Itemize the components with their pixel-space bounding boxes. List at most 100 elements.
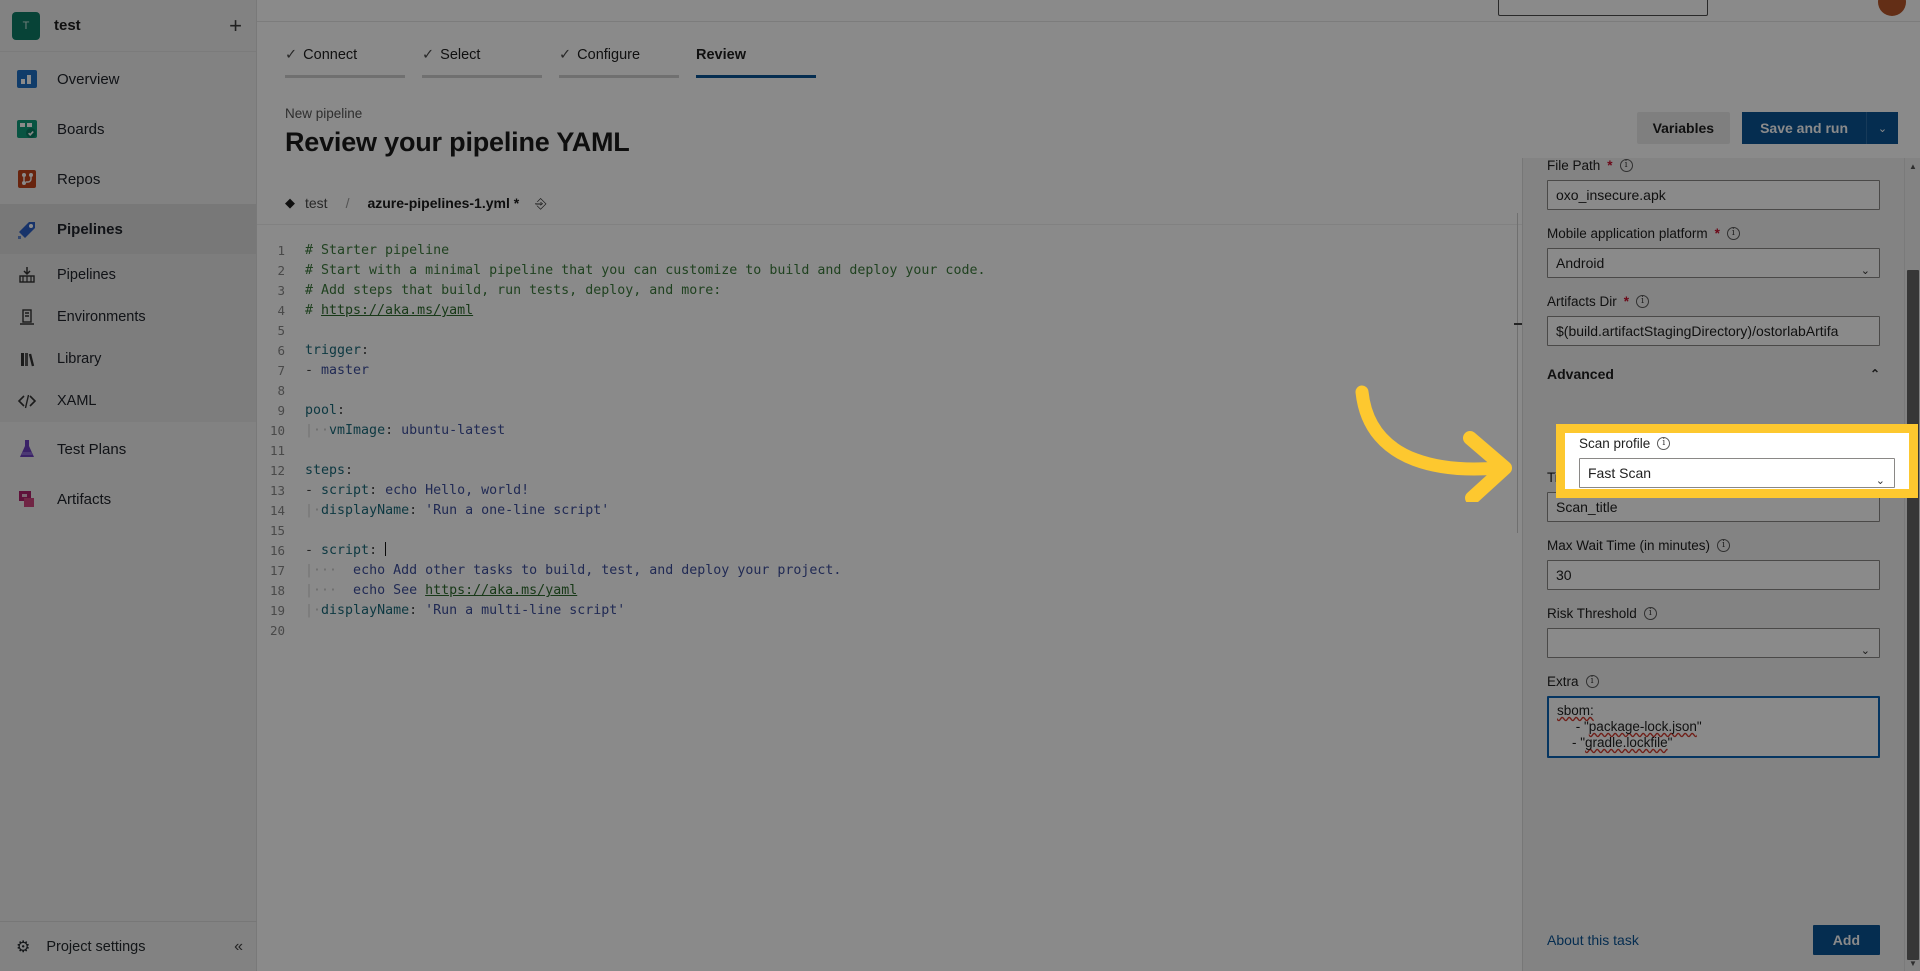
chevron-down-icon[interactable]: ⌄ <box>1866 112 1898 144</box>
add-project-button[interactable]: + <box>229 15 242 37</box>
nav-pipelines-sub: Pipelines Environments Library XAML <box>0 254 256 422</box>
code-line[interactable]: 2# Start with a minimal pipeline that yo… <box>257 261 1522 281</box>
step-bar <box>422 75 542 78</box>
sidebar-item-artifacts[interactable]: Artifacts <box>0 474 256 524</box>
code-line[interactable]: 6trigger: <box>257 341 1522 361</box>
info-icon[interactable]: i <box>1636 295 1649 308</box>
code-line[interactable]: 4# https://aka.ms/yaml <box>257 301 1522 321</box>
info-icon[interactable]: i <box>1620 159 1633 172</box>
panel-scrollbar[interactable]: ▲ ▼ <box>1904 158 1920 971</box>
sidebar-item-repos[interactable]: Repos <box>0 154 256 204</box>
code-line[interactable]: 17|··· echo Add other tasks to build, te… <box>257 561 1522 581</box>
scroll-up-icon[interactable]: ▲ <box>1905 158 1920 174</box>
add-button[interactable]: Add <box>1813 925 1880 955</box>
variables-button[interactable]: Variables <box>1637 112 1731 144</box>
code-line[interactable]: 20 <box>257 621 1522 641</box>
line-text: |··· echo See https://aka.ms/yaml <box>305 581 577 601</box>
code-line[interactable]: 19|·displayName: 'Run a multi-line scrip… <box>257 601 1522 621</box>
sidebar-item-xaml[interactable]: XAML <box>0 380 256 422</box>
panel-footer: About this task Add <box>1523 909 1904 971</box>
extra-textarea[interactable]: sbom: - "package-lock.json" - "gradle.lo… <box>1547 696 1880 758</box>
field-value: oxo_insecure.apk <box>1556 187 1666 203</box>
code-line[interactable]: 1# Starter pipeline <box>257 241 1522 261</box>
line-number: 4 <box>257 301 305 321</box>
sidebar-item-pipelines[interactable]: Pipelines <box>0 204 256 254</box>
sidebar-item-environments[interactable]: Environments <box>0 296 256 338</box>
nav-secondary: Test Plans Artifacts <box>0 422 256 524</box>
scan-profile-select[interactable]: Fast Scan ⌄ <box>1579 458 1895 488</box>
info-icon[interactable]: i <box>1644 607 1657 620</box>
line-text: trigger: <box>305 341 369 361</box>
field-artifacts-dir: Artifacts Dir * i $(build.artifactStagingDi… <box>1547 294 1880 346</box>
field-label: Artifacts Dir <box>1547 294 1617 309</box>
line-text: |·displayName: 'Run a one-line script' <box>305 501 609 521</box>
repo-name[interactable]: test <box>305 195 328 211</box>
about-this-task-link[interactable]: About this task <box>1547 932 1639 948</box>
project-settings-button[interactable]: ⚙ Project settings « <box>0 921 257 971</box>
code-line[interactable]: 5 <box>257 321 1522 341</box>
page-header: New pipeline Review your pipeline YAML V… <box>257 84 1920 158</box>
sidebar-item-overview[interactable]: Overview <box>0 54 256 104</box>
wizard-step-configure[interactable]: ✓Configure <box>559 47 679 84</box>
code-line[interactable]: 3# Add steps that build, run tests, depl… <box>257 281 1522 301</box>
info-icon[interactable]: i <box>1727 227 1740 240</box>
nav-primary: Overview Boards Repos Pipelines <box>0 52 256 254</box>
environments-icon <box>12 304 42 330</box>
save-and-run-button[interactable]: Save and run <box>1742 112 1866 144</box>
advanced-section-header[interactable]: Advanced⌃ <box>1547 366 1880 382</box>
code-line[interactable]: 18|··· echo See https://aka.ms/yaml <box>257 581 1522 601</box>
code-line[interactable]: 15 <box>257 521 1522 541</box>
chevron-down-icon: ⌄ <box>1876 467 1885 488</box>
scrollbar-thumb[interactable] <box>1907 270 1919 960</box>
code-area[interactable]: 1# Starter pipeline2# Start with a minim… <box>257 224 1522 971</box>
sidebar-item-label: Boards <box>57 121 105 138</box>
chevron-up-icon: ⌃ <box>1870 367 1880 381</box>
platform-select[interactable]: Android⌄ <box>1547 248 1880 278</box>
line-text: - master <box>305 361 369 381</box>
chevron-down-icon: ⌄ <box>1861 637 1870 658</box>
info-icon[interactable]: i <box>1717 539 1730 552</box>
project-settings-label: Project settings <box>46 939 145 955</box>
field-extra: Extraisbom: - "package-lock.json" - "gra… <box>1547 674 1880 758</box>
annotation-arrow-icon <box>1330 372 1560 502</box>
wizard-step-label: Select <box>440 47 480 63</box>
line-text: # Add steps that build, run tests, deplo… <box>305 281 721 301</box>
info-icon[interactable]: i <box>1586 675 1599 688</box>
line-number: 19 <box>257 601 305 621</box>
code-line[interactable]: 14|·displayName: 'Run a one-line script' <box>257 501 1522 521</box>
max-wait-time-input[interactable]: 30 <box>1547 560 1880 590</box>
field-value: Scan_title <box>1556 499 1617 515</box>
step-bar <box>696 75 816 78</box>
panel-splitter[interactable] <box>1513 158 1523 971</box>
line-number: 13 <box>257 481 305 501</box>
wizard-step-label: Review <box>696 47 746 63</box>
sidebar-item-label: Library <box>57 351 101 367</box>
clone-icon[interactable]: ⎆ <box>535 195 546 212</box>
file-path-input[interactable]: oxo_insecure.apk <box>1547 180 1880 210</box>
risk-threshold-select[interactable]: ⌄ <box>1547 628 1880 658</box>
sidebar-item-boards[interactable]: Boards <box>0 104 256 154</box>
info-icon[interactable]: i <box>1657 437 1670 450</box>
wizard-step-select[interactable]: ✓Select <box>422 47 542 84</box>
collapse-sidebar-icon[interactable]: « <box>234 938 243 956</box>
required-marker: * <box>1607 158 1612 173</box>
extra-line-3: - " <box>1557 735 1585 750</box>
sidebar-item-pipelines-sub[interactable]: Pipelines <box>0 254 256 296</box>
field-value: Android <box>1556 255 1604 271</box>
global-search-input[interactable] <box>1498 0 1708 16</box>
field-value: 30 <box>1556 567 1572 583</box>
field-label-row: Max Wait Time (in minutes) i <box>1547 538 1880 553</box>
wizard-step-review[interactable]: Review <box>696 47 816 84</box>
file-name: azure-pipelines-1.yml * <box>367 195 519 211</box>
field-label: Max Wait Time (in minutes) <box>1547 538 1710 553</box>
required-marker: * <box>1624 294 1629 309</box>
avatar[interactable] <box>1878 0 1906 16</box>
line-number: 3 <box>257 281 305 301</box>
field-label-row: Risk Thresholdi <box>1547 606 1880 621</box>
sidebar-item-test-plans[interactable]: Test Plans <box>0 424 256 474</box>
scroll-down-icon[interactable]: ▼ <box>1905 955 1920 971</box>
artifacts-dir-input[interactable]: $(build.artifactStagingDirectory)/ostorl… <box>1547 316 1880 346</box>
sidebar-item-library[interactable]: Library <box>0 338 256 380</box>
wizard-step-connect[interactable]: ✓Connect <box>285 47 405 84</box>
code-line[interactable]: 16- script: <box>257 541 1522 561</box>
